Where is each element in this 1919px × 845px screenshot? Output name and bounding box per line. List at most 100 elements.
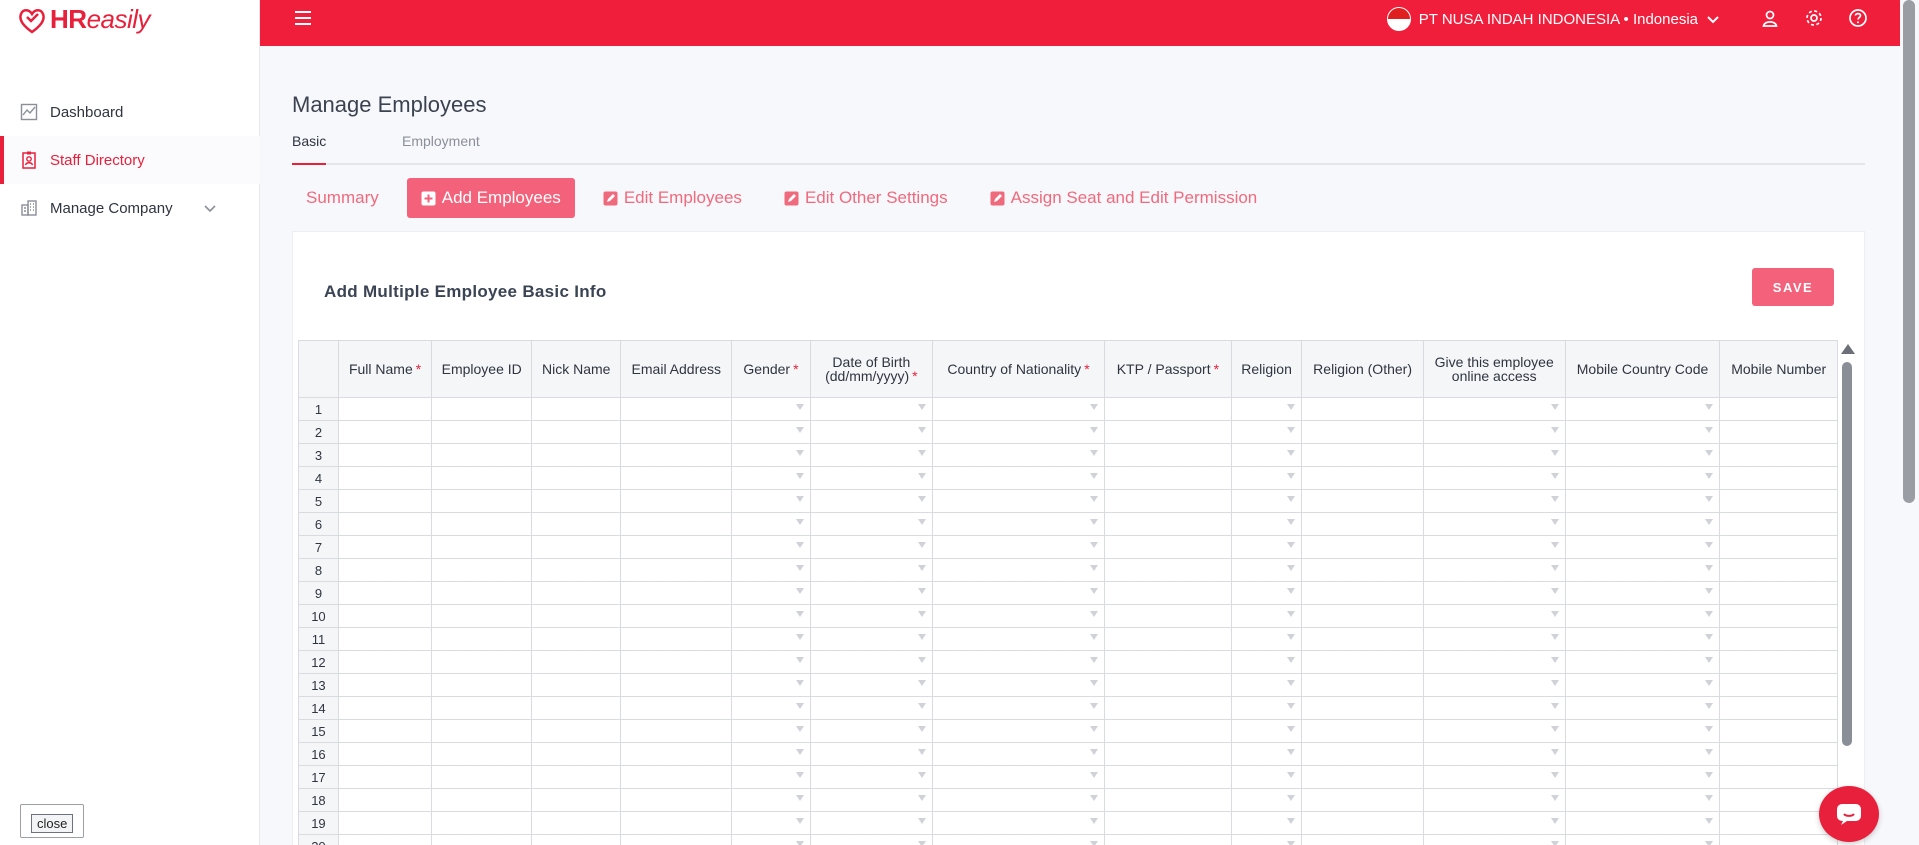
grid-cell[interactable] [1104, 834, 1232, 845]
dropdown-arrow-icon[interactable] [795, 542, 804, 548]
grid-cell[interactable] [1104, 696, 1232, 720]
grid-cell[interactable] [1301, 742, 1424, 766]
dropdown-arrow-icon[interactable] [795, 703, 804, 709]
grid-cell[interactable] [731, 788, 811, 812]
grid-cell[interactable] [731, 604, 811, 628]
dropdown-arrow-icon[interactable] [1550, 404, 1559, 410]
dropdown-arrow-icon[interactable] [1287, 841, 1296, 845]
grid-cell[interactable] [1230, 811, 1303, 835]
dropdown-arrow-icon[interactable] [1090, 427, 1099, 433]
grid-cell[interactable] [1564, 489, 1721, 513]
grid-cell[interactable] [431, 834, 533, 845]
grid-cell[interactable] [1719, 535, 1838, 559]
dropdown-arrow-icon[interactable] [1090, 496, 1099, 502]
grid-cell[interactable] [1422, 673, 1566, 697]
dropdown-arrow-icon[interactable] [1090, 565, 1099, 571]
grid-cell[interactable] [1301, 627, 1424, 651]
grid-cell[interactable] [531, 512, 622, 536]
dropdown-arrow-icon[interactable] [1287, 588, 1296, 594]
dropdown-arrow-icon[interactable] [1705, 473, 1714, 479]
dropdown-arrow-icon[interactable] [1550, 450, 1559, 456]
column-header[interactable]: Employee ID [431, 340, 533, 398]
grid-cell[interactable] [620, 788, 733, 812]
grid-cell[interactable] [1422, 397, 1566, 421]
dropdown-arrow-icon[interactable] [1705, 427, 1714, 433]
grid-cell[interactable] [1719, 742, 1838, 766]
sidebar-item-manage-company[interactable]: Manage Company [0, 184, 260, 232]
column-header[interactable]: Date of Birth (dd/mm/yyyy) * [809, 340, 933, 398]
grid-cell[interactable] [809, 834, 933, 845]
dropdown-arrow-icon[interactable] [1090, 657, 1099, 663]
dropdown-arrow-icon[interactable] [795, 427, 804, 433]
grid-cell[interactable] [931, 627, 1106, 651]
grid-cell[interactable] [531, 420, 622, 444]
grid-cell[interactable] [431, 650, 533, 674]
grid-cell[interactable] [431, 788, 533, 812]
dropdown-arrow-icon[interactable] [1287, 519, 1296, 525]
dropdown-arrow-icon[interactable] [917, 795, 926, 801]
dropdown-arrow-icon[interactable] [1705, 703, 1714, 709]
grid-cell[interactable] [1564, 581, 1721, 605]
dropdown-arrow-icon[interactable] [1550, 749, 1559, 755]
grid-cell[interactable] [1301, 788, 1424, 812]
grid-cell[interactable] [337, 489, 433, 513]
grid-cell[interactable] [731, 489, 811, 513]
dropdown-arrow-icon[interactable] [1705, 818, 1714, 824]
grid-cell[interactable] [531, 581, 622, 605]
dropdown-arrow-icon[interactable] [917, 473, 926, 479]
grid-cell[interactable] [337, 397, 433, 421]
grid-cell[interactable] [1564, 558, 1721, 582]
row-number[interactable]: 14 [298, 696, 339, 720]
grid-cell[interactable] [1564, 811, 1721, 835]
dropdown-arrow-icon[interactable] [1550, 473, 1559, 479]
grid-cell[interactable] [731, 742, 811, 766]
hamburger-menu-icon[interactable] [294, 9, 314, 29]
grid-cell[interactable] [531, 673, 622, 697]
grid-cell[interactable] [337, 673, 433, 697]
grid-cell[interactable] [1564, 397, 1721, 421]
grid-cell[interactable] [620, 719, 733, 743]
grid-cell[interactable] [931, 535, 1106, 559]
grid-cell[interactable] [431, 765, 533, 789]
grid-cell[interactable] [1564, 788, 1721, 812]
dropdown-arrow-icon[interactable] [795, 726, 804, 732]
column-header[interactable]: Gender * [731, 340, 811, 398]
grid-cell[interactable] [1719, 581, 1838, 605]
grid-cell[interactable] [1230, 788, 1303, 812]
dropdown-arrow-icon[interactable] [1090, 726, 1099, 732]
row-number[interactable]: 13 [298, 673, 339, 697]
grid-cell[interactable] [731, 834, 811, 845]
dropdown-arrow-icon[interactable] [1705, 795, 1714, 801]
user-profile-icon[interactable] [1760, 8, 1780, 28]
grid-cell[interactable] [1230, 719, 1303, 743]
grid-cell[interactable] [1104, 512, 1232, 536]
grid-cell[interactable] [1564, 673, 1721, 697]
column-header[interactable]: Full Name * [337, 340, 433, 398]
grid-cell[interactable] [337, 765, 433, 789]
grid-cell[interactable] [809, 627, 933, 651]
grid-cell[interactable] [1104, 765, 1232, 789]
grid-cell[interactable] [1301, 420, 1424, 444]
grid-cell[interactable] [431, 466, 533, 490]
dropdown-arrow-icon[interactable] [917, 450, 926, 456]
row-number[interactable]: 18 [298, 788, 339, 812]
dropdown-arrow-icon[interactable] [1550, 841, 1559, 845]
grid-cell[interactable] [931, 466, 1106, 490]
grid-cell[interactable] [620, 420, 733, 444]
grid-cell[interactable] [1719, 558, 1838, 582]
grid-cell[interactable] [1422, 420, 1566, 444]
dropdown-arrow-icon[interactable] [795, 565, 804, 571]
grid-cell[interactable] [531, 535, 622, 559]
grid-cell[interactable] [337, 834, 433, 845]
tab-basic[interactable]: Basic [292, 131, 327, 165]
grid-cell[interactable] [1719, 696, 1838, 720]
grid-cell[interactable] [1422, 489, 1566, 513]
scroll-up-arrow-icon[interactable] [1841, 344, 1855, 354]
grid-cell[interactable] [431, 811, 533, 835]
grid-cell[interactable] [431, 489, 533, 513]
grid-cell[interactable] [931, 788, 1106, 812]
grid-cell[interactable] [731, 719, 811, 743]
row-number[interactable]: 11 [298, 627, 339, 651]
grid-cell[interactable] [431, 512, 533, 536]
grid-cell[interactable] [620, 512, 733, 536]
